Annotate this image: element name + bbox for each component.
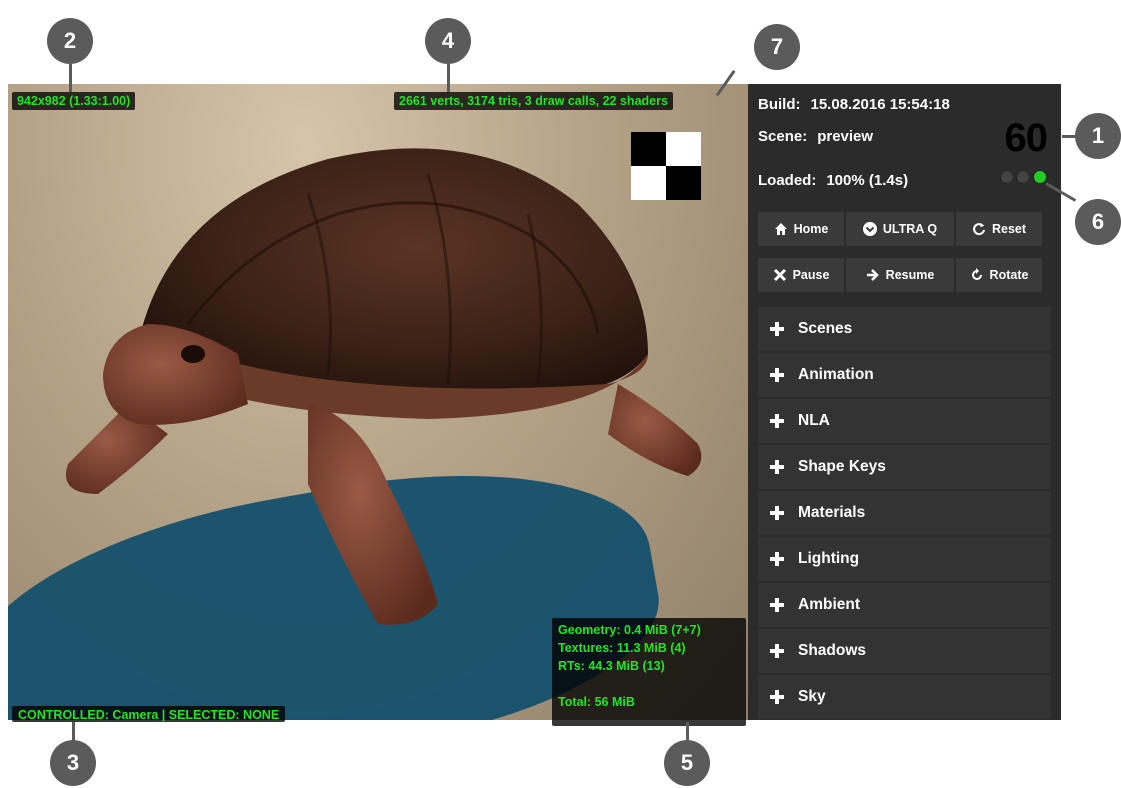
section-label: Animation bbox=[798, 366, 874, 383]
reset-icon bbox=[972, 222, 986, 236]
section-materials[interactable]: Materials bbox=[758, 491, 1051, 535]
fps-counter: 60 bbox=[1004, 116, 1048, 160]
callout-6: 6 bbox=[1075, 199, 1121, 245]
status-led-1 bbox=[1000, 170, 1014, 184]
section-sky[interactable]: Sky bbox=[758, 675, 1051, 719]
home-button[interactable]: Home bbox=[758, 212, 844, 246]
plus-icon bbox=[770, 690, 784, 704]
render-stats-readout: 2661 verts, 3174 tris, 3 draw calls, 22 … bbox=[394, 92, 673, 110]
plus-icon bbox=[770, 552, 784, 566]
quality-button[interactable]: ULTRA Q bbox=[846, 212, 954, 246]
memory-geometry: Geometry: 0.4 MiB (7+7) bbox=[558, 623, 701, 637]
reset-button[interactable]: Reset bbox=[956, 212, 1042, 246]
section-nla[interactable]: NLA bbox=[758, 399, 1051, 443]
callout-7: 7 bbox=[754, 24, 800, 70]
callout-4: 4 bbox=[425, 18, 471, 64]
status-led-2 bbox=[1016, 170, 1031, 184]
scene-label: Scene: bbox=[758, 128, 808, 145]
section-label: NLA bbox=[798, 412, 830, 429]
home-label: Home bbox=[793, 222, 829, 236]
build-info: Build: 15.08.2016 15:54:18 bbox=[758, 96, 950, 113]
build-label: Build: bbox=[758, 96, 801, 113]
memory-rts: RTs: 44.3 MiB (13) bbox=[558, 659, 665, 673]
plus-icon bbox=[770, 460, 784, 474]
rotate-label: Rotate bbox=[989, 268, 1029, 282]
memory-stats: Geometry: 0.4 MiB (7+7) Textures: 11.3 M… bbox=[552, 618, 746, 726]
chevron-down-icon bbox=[862, 222, 877, 236]
plus-icon bbox=[770, 322, 784, 336]
close-icon bbox=[773, 268, 787, 282]
pause-button[interactable]: Pause bbox=[758, 258, 844, 292]
resume-label: Resume bbox=[885, 268, 935, 282]
callout-2-line bbox=[69, 64, 72, 92]
plus-icon bbox=[770, 598, 784, 612]
plus-icon bbox=[770, 506, 784, 520]
callout-3: 3 bbox=[50, 740, 96, 786]
plus-icon bbox=[770, 414, 784, 428]
controlled-status: CONTROLLED: Camera | SELECTED: NONE bbox=[12, 706, 286, 722]
section-shadows[interactable]: Shadows bbox=[758, 629, 1051, 673]
callout-5: 5 bbox=[664, 740, 710, 786]
section-ambient[interactable]: Ambient bbox=[758, 583, 1051, 627]
section-label: Lighting bbox=[798, 550, 860, 567]
checker-pattern bbox=[631, 132, 701, 200]
section-label: Shape Keys bbox=[798, 458, 886, 475]
reset-label: Reset bbox=[991, 222, 1027, 236]
scene-value: preview bbox=[817, 128, 874, 145]
section-label: Ambient bbox=[798, 596, 860, 613]
plus-icon bbox=[770, 368, 784, 382]
resolution-readout: 942x982 (1.33:1.00) bbox=[12, 92, 136, 110]
callout-1: 1 bbox=[1075, 113, 1121, 159]
plus-icon bbox=[770, 644, 784, 658]
home-icon bbox=[774, 222, 788, 236]
memory-total: Total: 56 MiB bbox=[558, 695, 635, 709]
rotate-icon bbox=[970, 268, 984, 282]
build-value: 15.08.2016 15:54:18 bbox=[810, 96, 950, 113]
quality-label: ULTRA Q bbox=[882, 222, 938, 236]
loaded-label: Loaded: bbox=[758, 172, 817, 189]
section-list: Scenes Animation NLA Shape Keys Material… bbox=[758, 307, 1051, 720]
section-scenes[interactable]: Scenes bbox=[758, 307, 1051, 351]
status-indicators bbox=[1000, 170, 1047, 189]
memory-textures: Textures: 11.3 MiB (4) bbox=[558, 641, 686, 655]
rotate-button[interactable]: Rotate bbox=[956, 258, 1042, 292]
section-animation[interactable]: Animation bbox=[758, 353, 1051, 397]
arrow-right-icon bbox=[866, 268, 880, 282]
section-label: Sky bbox=[798, 688, 826, 705]
side-panel: Build: 15.08.2016 15:54:18 Scene: preview … bbox=[748, 84, 1061, 720]
pause-label: Pause bbox=[792, 268, 830, 282]
section-label: Shadows bbox=[798, 642, 867, 659]
callout-4-line bbox=[447, 64, 450, 92]
status-led-3 bbox=[1032, 170, 1047, 184]
section-shape-keys[interactable]: Shape Keys bbox=[758, 445, 1051, 489]
resume-button[interactable]: Resume bbox=[846, 258, 954, 292]
loaded-value: 100% (1.4s) bbox=[826, 172, 909, 189]
section-label: Materials bbox=[798, 504, 866, 521]
memory-spacer bbox=[558, 675, 740, 693]
scene-info: Scene: preview bbox=[758, 128, 873, 145]
loaded-info: Loaded: 100% (1.4s) bbox=[758, 172, 908, 189]
section-label: Scenes bbox=[798, 320, 853, 337]
callout-2: 2 bbox=[47, 18, 93, 64]
section-lighting[interactable]: Lighting bbox=[758, 537, 1051, 581]
